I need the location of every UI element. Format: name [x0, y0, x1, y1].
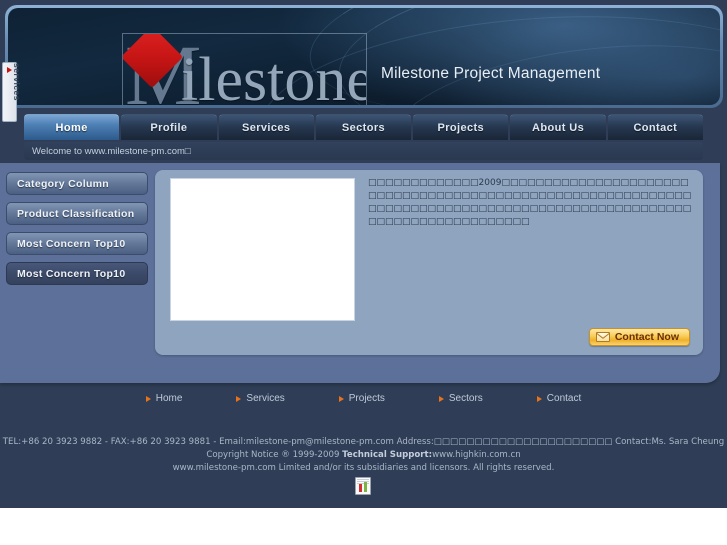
footer-link-contact[interactable]: Contact: [536, 393, 582, 404]
nav-item-about-us[interactable]: About Us: [510, 114, 606, 140]
services-side-tab[interactable]: services: [2, 62, 22, 122]
contact-now-button[interactable]: Contact Now: [588, 328, 690, 346]
page-root: M ilestone Milestone Project Management …: [0, 0, 727, 545]
chart-icon-bar-red: [359, 484, 362, 492]
logo[interactable]: M ilestone: [122, 33, 367, 105]
main-navigation: Home Profile Services Sectors Projects A…: [24, 114, 703, 140]
article-body: □□□□□□□□□□□□□2009□□□□□□□□□□□□□□□□□□□□□□□…: [368, 178, 692, 227]
logo-wordmark: ilestone: [181, 46, 367, 105]
sidebar: Category Column Product Classification M…: [6, 172, 148, 292]
triangle-bullet-icon: [145, 395, 151, 402]
footer-tel-fax-email: TEL:+86 20 3923 9882 - FAX:+86 20 3923 9…: [2, 437, 434, 447]
footer-tech-support-url[interactable]: www.highkin.com.cn: [432, 450, 521, 460]
services-side-tab-label: services: [12, 62, 22, 102]
triangle-bullet-icon: [236, 395, 242, 402]
sidebar-item-most-concern-top10-a[interactable]: Most Concern Top10: [6, 232, 148, 255]
footer-tech-support-label: Technical Support:: [342, 450, 433, 460]
header-frame: M ilestone Milestone Project Management: [5, 5, 723, 108]
chart-icon-bar-green: [364, 482, 367, 492]
site-shell: M ilestone Milestone Project Management …: [0, 0, 727, 508]
footer-link-label: Contact: [546, 393, 582, 404]
banner-wave-decor: [331, 8, 720, 105]
sidebar-item-most-concern-top10-b[interactable]: Most Concern Top10: [6, 262, 148, 285]
nav-item-home[interactable]: Home: [24, 114, 120, 140]
footer-link-label: Projects: [348, 393, 385, 404]
envelope-icon: [595, 332, 610, 342]
footer-contact-person: Contact:Ms. Sara Cheung: [612, 437, 725, 447]
footer-link-sectors[interactable]: Sectors: [438, 393, 483, 404]
footer-address-cn: □□□□□□□□□□□□□□□□□□□□□□: [433, 437, 613, 447]
footer-link-label: Home: [155, 393, 183, 404]
page-title: Milestone Project Management: [381, 65, 601, 82]
sidebar-item-category-column[interactable]: Category Column: [6, 172, 148, 195]
footer-contact-line: TEL:+86 20 3923 9882 - FAX:+86 20 3923 9…: [0, 436, 727, 449]
nav-item-contact[interactable]: Contact: [607, 114, 703, 140]
triangle-bullet-icon: [338, 395, 344, 402]
sidebar-item-product-classification[interactable]: Product Classification: [6, 202, 148, 225]
header-banner: M ilestone Milestone Project Management: [8, 8, 720, 105]
footer-link-home[interactable]: Home: [145, 393, 183, 404]
footer-text: TEL:+86 20 3923 9882 - FAX:+86 20 3923 9…: [0, 436, 727, 475]
footer-link-label: Services: [246, 393, 285, 404]
contact-now-label: Contact Now: [614, 331, 679, 343]
triangle-bullet-icon: [438, 395, 444, 402]
footer-link-projects[interactable]: Projects: [338, 393, 385, 404]
nav-item-profile[interactable]: Profile: [121, 114, 217, 140]
article-image: [170, 178, 355, 321]
footer-rights-line: www.milestone-pm.com Limited and/or its …: [172, 463, 555, 473]
content-panel: □□□□□□□□□□□□□2009□□□□□□□□□□□□□□□□□□□□□□□…: [155, 170, 703, 355]
footer-copyright: Copyright Notice ® 1999-2009: [206, 450, 343, 460]
footer-navigation: Home Services Projects Sectors Contact: [0, 393, 727, 404]
footer-copyright-line: Copyright Notice ® 1999-2009 Technical S…: [0, 449, 727, 462]
footer-link-services[interactable]: Services: [236, 393, 285, 404]
triangle-bullet-icon: [536, 395, 542, 402]
broken-image-chart-icon: [355, 477, 371, 495]
welcome-bar: Welcome to www.milestone-pm.com□: [24, 142, 703, 160]
nav-item-sectors[interactable]: Sectors: [315, 114, 412, 140]
nav-item-services[interactable]: Services: [218, 114, 314, 140]
footer-link-label: Sectors: [448, 393, 483, 404]
nav-item-projects[interactable]: Projects: [413, 114, 509, 140]
